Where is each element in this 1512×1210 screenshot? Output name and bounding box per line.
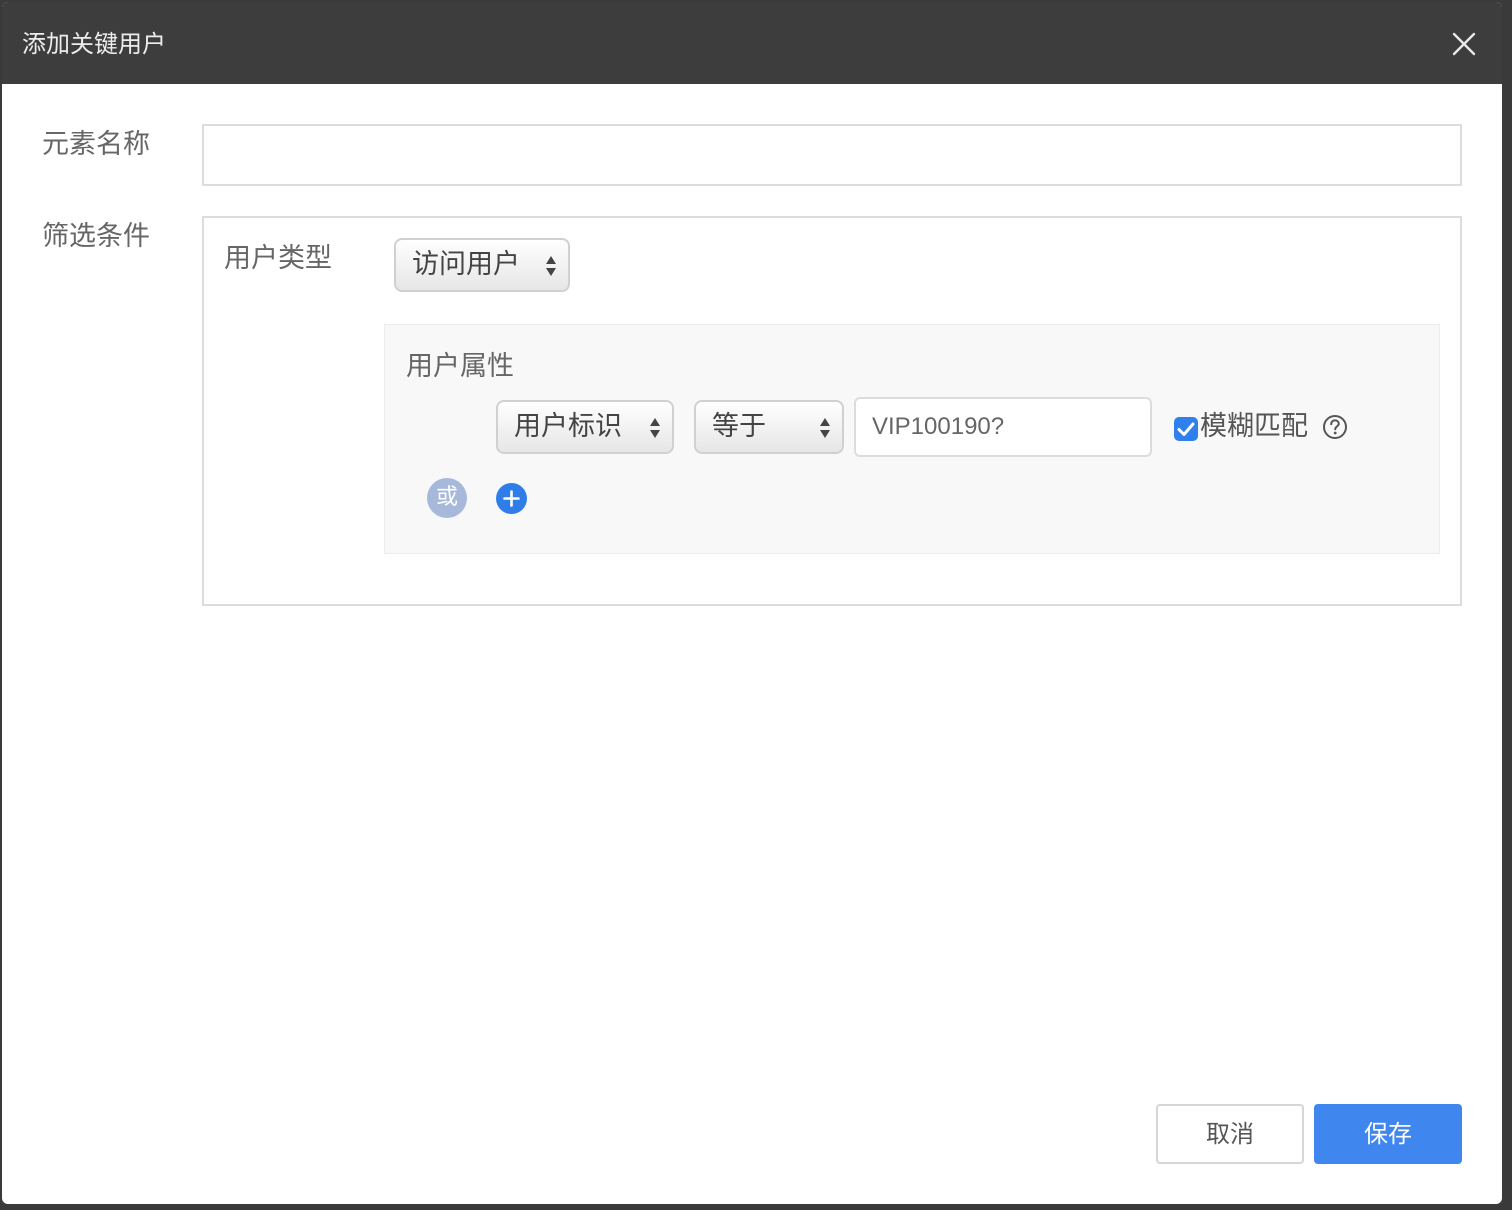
check-icon bbox=[1177, 422, 1195, 436]
dialog-titlebar: 添加关键用户 bbox=[2, 2, 1502, 84]
filter-conditions-label: 筛选条件 bbox=[42, 221, 150, 252]
user-type-select[interactable]: 访问用户 bbox=[394, 238, 570, 292]
or-logic-badge[interactable]: 或 bbox=[427, 478, 467, 518]
help-circle-icon[interactable] bbox=[1322, 414, 1348, 440]
cancel-button[interactable]: 取消 bbox=[1156, 1104, 1304, 1164]
attribute-field-select[interactable]: 用户标识 bbox=[496, 400, 674, 454]
add-key-user-dialog: 添加关键用户 元素名称 筛选条件 用户类型 访问用户 用户属性 用户标识 等于 bbox=[2, 2, 1502, 1204]
save-button[interactable]: 保存 bbox=[1314, 1104, 1462, 1164]
add-condition-button[interactable] bbox=[496, 483, 527, 514]
fuzzy-match-label[interactable]: 模糊匹配 bbox=[1200, 410, 1308, 444]
user-type-select-value: 访问用户 bbox=[412, 249, 520, 280]
operator-select-value: 等于 bbox=[712, 411, 766, 442]
updown-arrows-icon bbox=[650, 418, 660, 438]
user-type-label: 用户类型 bbox=[224, 243, 332, 274]
operator-select[interactable]: 等于 bbox=[694, 400, 844, 454]
attribute-field-select-value: 用户标识 bbox=[514, 411, 622, 442]
updown-arrows-icon bbox=[820, 418, 830, 438]
condition-value-input[interactable]: VIP100190? bbox=[854, 397, 1152, 457]
plus-circle-icon bbox=[503, 490, 520, 507]
user-attribute-label: 用户属性 bbox=[406, 351, 514, 382]
element-name-input[interactable] bbox=[202, 124, 1462, 186]
close-button[interactable] bbox=[1448, 28, 1480, 60]
close-icon bbox=[1452, 32, 1476, 56]
dialog-title: 添加关键用户 bbox=[22, 30, 166, 58]
element-name-label: 元素名称 bbox=[42, 129, 150, 160]
fuzzy-match-checkbox[interactable] bbox=[1174, 417, 1198, 441]
updown-arrows-icon bbox=[546, 256, 556, 276]
